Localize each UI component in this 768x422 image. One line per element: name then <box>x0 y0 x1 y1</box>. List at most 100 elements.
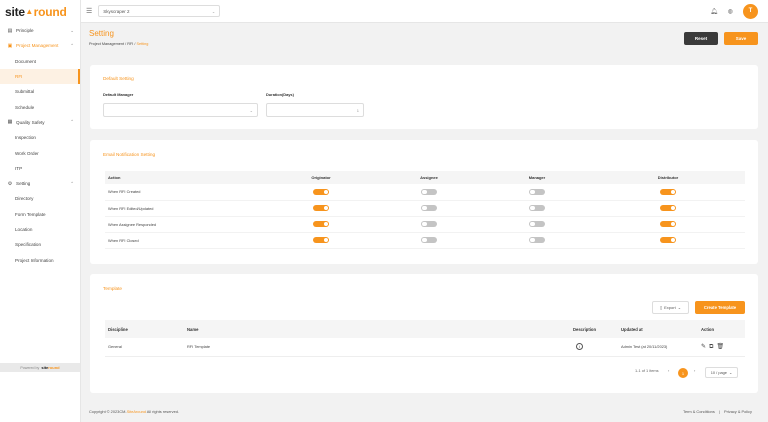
save-button[interactable]: Save <box>724 32 758 45</box>
distributor-toggle[interactable] <box>660 236 676 244</box>
sidebar-item-label: Setting <box>16 181 31 187</box>
sidebar-item-project-information[interactable]: Project Information <box>0 252 80 267</box>
assignee-toggle[interactable] <box>421 204 437 212</box>
breadcrumb-item-current: Setting <box>136 42 149 46</box>
powered-brand-part2: round <box>48 365 60 370</box>
sidebar-item-directory[interactable]: Directory <box>0 191 80 206</box>
sidebar-item-itp[interactable]: ITP <box>0 161 80 176</box>
email-notification-card: Email Notification Setting Action Origin… <box>90 140 758 264</box>
clipboard-icon: ▦ <box>7 119 13 126</box>
assignee-toggle[interactable] <box>421 236 437 244</box>
grid-icon: ▤ <box>7 27 13 34</box>
column-header-assignee: Assignee <box>375 171 483 184</box>
globe-icon[interactable]: ◍ <box>728 8 733 15</box>
brand-part1: site <box>5 4 25 19</box>
edit-icon[interactable]: ✎ <box>701 344 706 350</box>
copyright-suffix: All rights reserved. <box>145 409 180 414</box>
cell-updated: Admin Test (at 20/11/2023) <box>621 338 701 357</box>
cell-distributor <box>591 232 745 249</box>
originator-toggle[interactable] <box>313 220 329 228</box>
sidebar-item-work-order[interactable]: Work Order <box>0 145 80 160</box>
reset-button[interactable]: Reset <box>684 32 718 45</box>
distributor-toggle[interactable] <box>660 188 676 195</box>
distributor-toggle[interactable] <box>660 220 676 228</box>
page-size-select[interactable]: 10 / page ⌄ <box>705 367 738 378</box>
breadcrumb-item-project-management[interactable]: Project Management <box>89 42 124 46</box>
brand-logo[interactable]: site ▲ round <box>0 0 80 23</box>
default-manager-select[interactable]: ⌄ <box>103 103 258 117</box>
column-header-discipline: Discipline <box>105 320 187 338</box>
sidebar-item-label: Schedule <box>15 104 35 110</box>
cell-action: When RFI Closed <box>105 232 267 249</box>
originator-toggle[interactable] <box>313 204 329 212</box>
cell-manager <box>483 216 591 233</box>
sidebar-item-quality-safety[interactable]: ▦ Quality Safety ⌃ <box>0 115 80 130</box>
column-header-description: Description <box>573 320 621 338</box>
sidebar-item-label: Document <box>15 58 36 64</box>
manager-toggle[interactable] <box>529 204 545 212</box>
default-setting-card: Default Setting Default Manager ⌄ Durati… <box>90 65 758 129</box>
sidebar-item-label: Project Management <box>16 43 59 49</box>
originator-toggle[interactable] <box>313 188 329 195</box>
column-header-action: Action <box>105 171 267 184</box>
sidebar-item-form-template[interactable]: Form Template <box>0 207 80 222</box>
table-row: General RFI Template i Admin Test (at 20… <box>105 338 745 357</box>
cell-action: When RFI Edited/Updated <box>105 200 267 217</box>
table-row: When RFI Closed <box>105 232 745 249</box>
assignee-toggle[interactable] <box>421 188 437 195</box>
avatar[interactable]: T <box>743 3 758 19</box>
export-button[interactable]: ▯ Export ⌄ <box>652 301 689 314</box>
chevron-down-icon: ⌄ <box>728 370 733 375</box>
assignee-toggle[interactable] <box>421 220 437 228</box>
powered-brand: siteround <box>41 365 59 370</box>
footer-links: Term & Conditions | Privacy & Policy <box>683 409 752 414</box>
sidebar-item-specification[interactable]: Specification <box>0 237 80 252</box>
duration-input[interactable]: 1 <box>266 103 364 117</box>
sidebar-item-label: ITP <box>15 165 23 171</box>
create-template-button[interactable]: Create Template <box>695 301 745 314</box>
copy-icon[interactable]: ⧉ <box>709 344 713 350</box>
trash-icon[interactable]: 🗑︎ <box>717 344 725 350</box>
cell-originator <box>267 216 375 233</box>
sidebar-item-submittal[interactable]: Submittal <box>0 84 80 99</box>
sidebar-item-location[interactable]: Location <box>0 222 80 237</box>
column-header-manager: Manager <box>483 171 591 184</box>
column-header-updated-at: Updated at <box>621 320 701 338</box>
sidebar-item-inspection[interactable]: Inspection <box>0 130 80 145</box>
menu-icon[interactable]: ☰ <box>86 7 92 15</box>
bell-icon[interactable]: 🔔︎ <box>710 8 718 15</box>
manager-toggle[interactable] <box>529 188 545 195</box>
sidebar-item-document[interactable]: Document <box>0 54 80 69</box>
footer-separator: | <box>718 409 720 414</box>
sidebar-item-setting[interactable]: ⚙ Setting ⌃ <box>0 176 80 191</box>
cell-discipline: General <box>105 338 187 357</box>
table-header-row: Action Originator Assignee Manager Distr… <box>105 171 745 184</box>
originator-toggle[interactable] <box>313 236 329 244</box>
chevron-down-icon: ⌄ <box>249 107 253 113</box>
terms-link[interactable]: Term & Conditions <box>683 409 715 414</box>
table-row: When Assignee Responded <box>105 216 745 233</box>
info-icon[interactable]: i <box>576 343 583 351</box>
manager-toggle[interactable] <box>529 236 545 244</box>
sidebar: site ▲ round ▤ Principle ⌄ ▣ Project Man… <box>0 0 81 422</box>
cell-assignee <box>375 200 483 217</box>
column-header-name: Name <box>187 320 573 338</box>
cell-distributor <box>591 216 745 233</box>
sidebar-item-project-management[interactable]: ▣ Project Management ⌃ <box>0 38 80 53</box>
sidebar-item-label: Project Information <box>15 257 54 263</box>
default-setting-title: Default Setting <box>103 76 134 81</box>
cell-assignee <box>375 184 483 201</box>
next-page-icon[interactable]: › <box>694 368 695 373</box>
sidebar-item-rfi[interactable]: RFI <box>0 68 80 85</box>
sidebar-item-label: Form Template <box>15 211 46 217</box>
sidebar-item-principle[interactable]: ▤ Principle ⌄ <box>0 23 80 38</box>
table-header-row: Discipline Name Description Updated at A… <box>105 320 745 338</box>
project-select[interactable]: Skyscraper 2 ⌄ <box>98 5 221 17</box>
privacy-link[interactable]: Privacy & Policy <box>724 409 752 414</box>
page-number-button[interactable]: 1 <box>678 368 688 378</box>
prev-page-icon[interactable]: ‹ <box>668 368 669 373</box>
distributor-toggle[interactable] <box>660 204 676 212</box>
manager-toggle[interactable] <box>529 220 545 228</box>
chevron-down-icon: ⌄ <box>211 8 216 14</box>
sidebar-item-schedule[interactable]: Schedule <box>0 99 80 114</box>
